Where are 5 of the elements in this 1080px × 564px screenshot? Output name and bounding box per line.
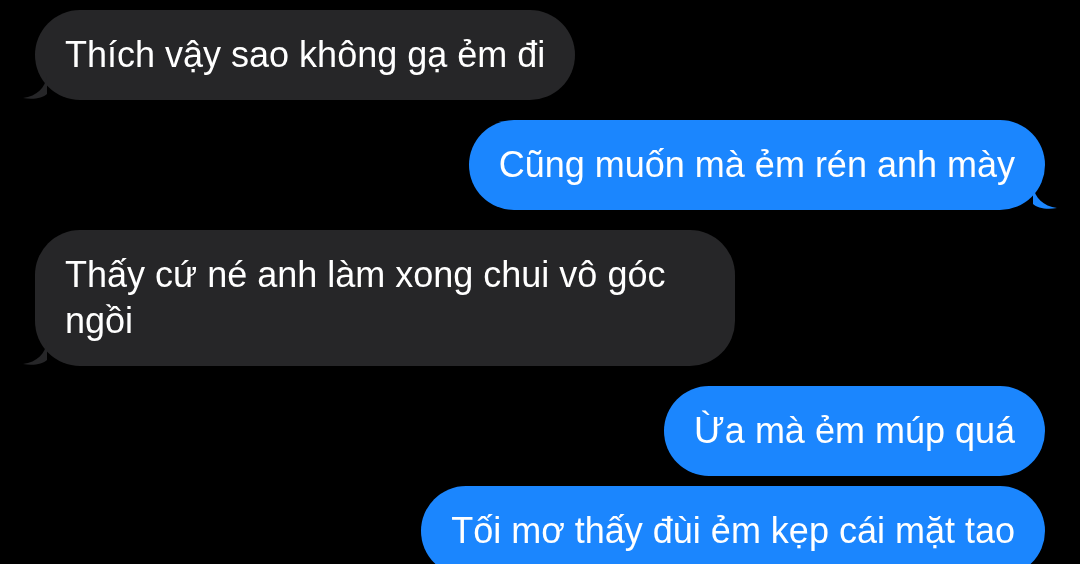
message-bubble: Tối mơ thấy đùi ẻm kẹp cái mặt tao [421,486,1045,564]
message-bubble: Thích vậy sao không gạ ẻm đi [35,10,576,100]
message-bubble: Thấy cứ né anh làm xong chui vô góc ngồi [35,230,735,366]
message-bubble: Cũng muốn mà ẻm rén anh mày [468,120,1045,210]
message-bubble: Ừa mà ẻm múp quá [664,386,1045,476]
